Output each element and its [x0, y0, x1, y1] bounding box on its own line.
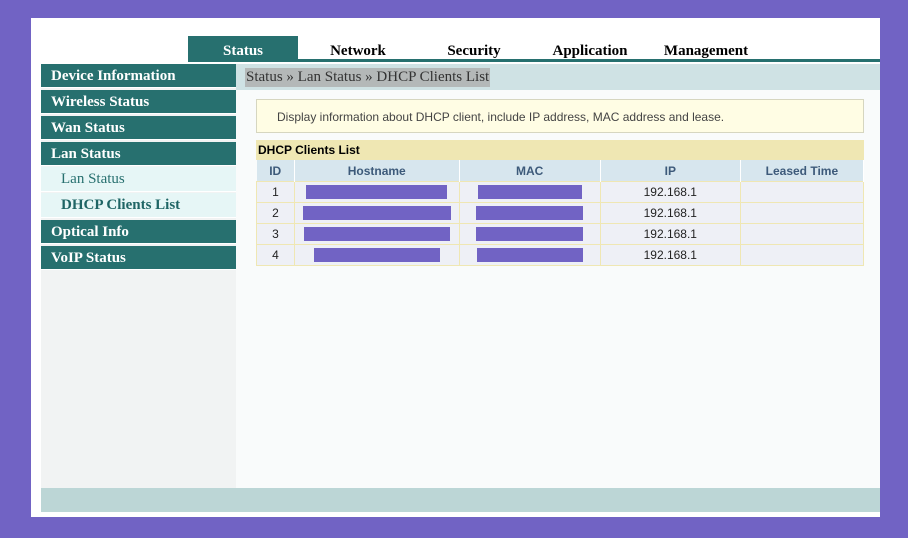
footer-bar	[41, 488, 880, 512]
top-navigation: Status Network Security Application Mana…	[31, 18, 880, 64]
cell-hostname	[294, 223, 460, 245]
redacted-hostname	[313, 248, 440, 263]
table-row: 4 192.168.1	[256, 244, 865, 266]
sidebar-item-lan-status[interactable]: Lan Status	[41, 142, 236, 166]
cell-mac	[459, 244, 601, 266]
column-header-ip: IP	[600, 160, 741, 182]
tab-status[interactable]: Status	[188, 36, 298, 62]
cell-ip: 192.168.1	[600, 181, 741, 203]
cell-leased-time	[740, 223, 865, 245]
cell-ip: 192.168.1	[600, 223, 741, 245]
main-content: Status » Lan Status » DHCP Clients List …	[236, 64, 880, 488]
column-header-id: ID	[256, 160, 295, 182]
column-header-leased-time: Leased Time	[740, 160, 865, 182]
cell-leased-time	[740, 181, 865, 203]
sidebar-item-optical-info[interactable]: Optical Info	[41, 220, 236, 244]
table-row: 2 192.168.1	[256, 202, 865, 224]
cell-ip: 192.168.1	[600, 202, 741, 224]
table-row: 1 192.168.1	[256, 181, 865, 203]
cell-mac	[459, 181, 601, 203]
table-row: 3 192.168.1	[256, 223, 865, 245]
column-header-mac: MAC	[459, 160, 601, 182]
breadcrumb: Status » Lan Status » DHCP Clients List	[245, 68, 491, 87]
redacted-mac	[477, 185, 582, 200]
cell-leased-time	[740, 202, 865, 224]
cell-mac	[459, 223, 601, 245]
table-header-row: ID Hostname MAC IP Leased Time	[256, 160, 865, 182]
router-admin-window: Status Network Security Application Mana…	[31, 18, 880, 517]
cell-ip: 192.168.1	[600, 244, 741, 266]
redacted-hostname	[306, 185, 448, 200]
tab-application[interactable]: Application	[540, 36, 640, 61]
dhcp-list-title: DHCP Clients List	[256, 140, 864, 160]
sidebar-item-wan-status[interactable]: Wan Status	[41, 116, 236, 140]
cell-id: 3	[256, 223, 295, 245]
sidebar-item-voip-status[interactable]: VoIP Status	[41, 246, 236, 270]
cell-leased-time	[740, 244, 865, 266]
tab-management[interactable]: Management	[656, 36, 756, 61]
cell-id: 2	[256, 202, 295, 224]
cell-hostname	[294, 181, 460, 203]
cell-hostname	[294, 202, 460, 224]
column-header-hostname: Hostname	[294, 160, 460, 182]
sidebar: Device Information Wireless Status Wan S…	[41, 64, 236, 488]
redacted-mac	[476, 206, 584, 221]
cell-id: 4	[256, 244, 295, 266]
redacted-mac	[476, 248, 583, 263]
redacted-hostname	[303, 227, 450, 242]
sidebar-item-wireless-status[interactable]: Wireless Status	[41, 90, 236, 114]
cell-mac	[459, 202, 601, 224]
sidebar-item-device-information[interactable]: Device Information	[41, 64, 236, 88]
sidebar-subitem-dhcp-clients-list[interactable]: DHCP Clients List	[41, 193, 236, 218]
redacted-mac	[476, 227, 584, 242]
info-description: Display information about DHCP client, i…	[256, 99, 864, 133]
tab-security[interactable]: Security	[424, 36, 524, 61]
cell-id: 1	[256, 181, 295, 203]
tab-network[interactable]: Network	[308, 36, 408, 61]
redacted-hostname	[302, 206, 451, 221]
cell-hostname	[294, 244, 460, 266]
dhcp-clients-table: ID Hostname MAC IP Leased Time 1 192.168…	[256, 160, 865, 266]
breadcrumb-bar: Status » Lan Status » DHCP Clients List	[236, 64, 880, 90]
sidebar-subitem-lan-status[interactable]: Lan Status	[41, 167, 236, 192]
